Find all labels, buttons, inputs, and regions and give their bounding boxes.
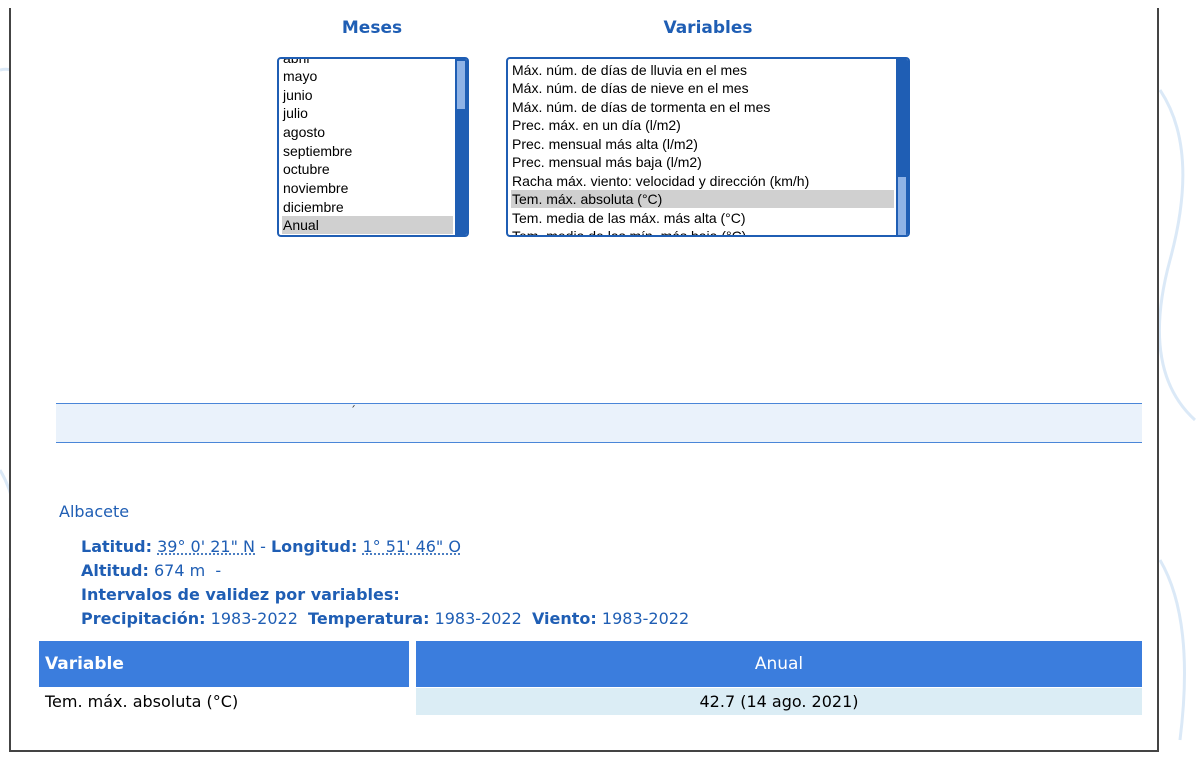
table-header-annual: Anual [416, 641, 1142, 687]
temperature-label: Temperatura: [308, 609, 430, 628]
intervals-heading: Intervalos de validez por variables: [81, 585, 400, 604]
altitude-value: 674 m - [148, 561, 222, 580]
longitude-label: Longitud: [270, 537, 358, 556]
months-title: Meses [341, 18, 403, 38]
precipitation-value: 1983-2022 [205, 609, 298, 628]
coordinates-line: Latitud: 39° 0' 21" N - Longitud: 1° 51'… [81, 537, 461, 556]
month-option-selected[interactable]: Anual [282, 216, 453, 234]
months-listbox[interactable]: abril mayo junio julio agosto septiembre… [277, 57, 469, 237]
months-scrollbar[interactable] [455, 59, 467, 235]
variable-option[interactable]: Máx. núm. de días de nieve en el mes [511, 79, 894, 97]
altitude-line: Altitud: 674 m - [81, 561, 221, 580]
variable-option[interactable]: Prec. máx. en un día (l/m2) [511, 116, 894, 134]
variable-option[interactable]: Máx. núm. de días de tormenta en el mes [511, 98, 894, 116]
variable-option-selected[interactable]: Tem. máx. absoluta (°C) [511, 190, 894, 208]
coord-separator: - [255, 537, 271, 556]
months-scrollbar-thumb[interactable] [457, 61, 465, 109]
wind-label: Viento: [531, 609, 597, 628]
variables-scrollbar-thumb[interactable] [898, 177, 906, 235]
intervals-line: Precipitación: 1983-2022 Temperatura: 19… [81, 609, 689, 628]
table-cell-variable: Tem. máx. absoluta (°C) [45, 692, 239, 711]
month-option[interactable]: noviembre [282, 179, 453, 197]
variable-option[interactable]: Tem. media de las mín. más baja (°C) [511, 227, 894, 235]
month-option[interactable]: octubre [282, 160, 453, 178]
variable-option[interactable]: Prec. mensual más alta (l/m2) [511, 135, 894, 153]
month-option[interactable]: agosto [282, 123, 453, 141]
month-option[interactable]: diciembre [282, 198, 453, 216]
variables-listbox[interactable]: Máx. núm. de días de lluvia en el mes Má… [506, 57, 910, 237]
separator-band: ´ [56, 403, 1142, 443]
variable-option[interactable]: Tem. media de las máx. más alta (°C) [511, 209, 894, 227]
station-name: Albacete [59, 502, 130, 521]
variables-title: Variables [663, 18, 753, 38]
variable-option[interactable]: Racha máx. viento: velocidad y dirección… [511, 172, 894, 190]
precipitation-label: Precipitación: [81, 609, 206, 628]
month-option[interactable]: abril [282, 59, 453, 67]
latitude-value[interactable]: 39° 0' 21" N [157, 537, 255, 556]
band-mark: ´ [350, 404, 356, 418]
month-option[interactable]: septiembre [282, 142, 453, 160]
variable-option[interactable]: Máx. núm. de días de lluvia en el mes [511, 61, 894, 79]
variables-scrollbar[interactable] [896, 59, 908, 235]
month-option[interactable]: julio [282, 104, 453, 122]
month-option[interactable]: mayo [282, 67, 453, 85]
wind-value: 1983-2022 [596, 609, 690, 628]
month-option[interactable]: junio [282, 86, 453, 104]
temperature-value: 1983-2022 [429, 609, 522, 628]
table-cell-annual-value: 42.7 (14 ago. 2021) [416, 688, 1142, 715]
latitude-label: Latitud: [81, 537, 153, 556]
altitude-label: Altitud: [81, 561, 149, 580]
longitude-value[interactable]: 1° 51' 46" O [362, 537, 461, 556]
variable-option[interactable]: Prec. mensual más baja (l/m2) [511, 153, 894, 171]
table-header-variable: Variable [39, 641, 409, 687]
